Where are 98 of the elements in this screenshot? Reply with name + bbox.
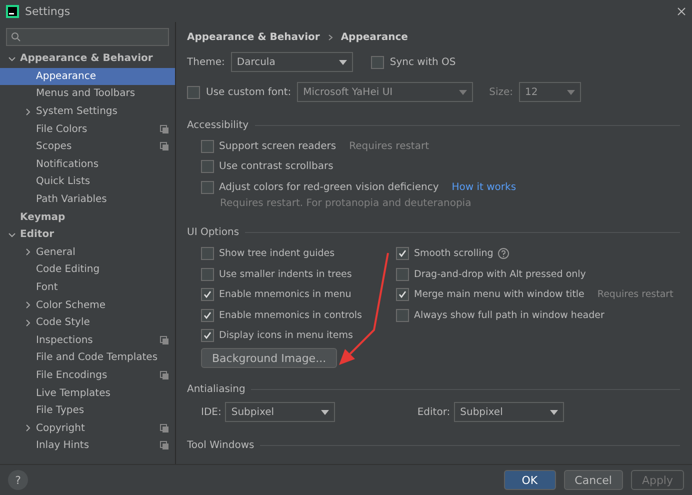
checkbox[interactable]: [201, 160, 214, 174]
checkbox[interactable]: [396, 308, 409, 322]
chevron-right-icon[interactable]: [24, 424, 32, 432]
link[interactable]: How it works: [452, 182, 516, 193]
sidebar-item[interactable]: Path Variables: [0, 190, 175, 208]
checkbox-label: Display icons in menu items: [219, 330, 353, 342]
checked-checkbox[interactable]: [396, 288, 409, 302]
help-button[interactable]: ?: [8, 470, 28, 490]
sidebar-item[interactable]: Appearance & Behavior: [0, 50, 175, 68]
sidebar-item[interactable]: File and Code Templates: [0, 349, 175, 367]
checkbox-label: Sync with OS: [390, 56, 456, 68]
sidebar-item[interactable]: System Settings: [0, 102, 175, 120]
checkbox[interactable]: [201, 140, 214, 153]
checkbox-label: Use smaller indents in trees: [219, 268, 352, 280]
ok-button[interactable]: OK: [504, 470, 556, 490]
sidebar-item[interactable]: Editor: [0, 226, 175, 244]
checkbox-label: Always show full path in window header: [414, 310, 604, 321]
hint-text: Requires restart. For protanopia and deuteranopia: [220, 198, 472, 208]
caret-icon: [567, 90, 576, 94]
sidebar-item[interactable]: Inlay Hints: [0, 437, 175, 455]
checked-checkbox[interactable]: [396, 247, 409, 260]
checkmark-icon: [398, 249, 407, 258]
sidebar-item[interactable]: File Colors: [0, 120, 175, 138]
select-label: IDE:: [201, 406, 222, 418]
checkbox-label: Smooth scrolling: [414, 248, 494, 260]
caret-icon: [321, 410, 330, 414]
sidebar-item[interactable]: File Types: [0, 402, 175, 420]
font-dropdown[interactable]: Microsoft YaHei UI: [297, 82, 474, 102]
checkbox-label: Use custom font:: [206, 86, 292, 98]
app-logo-icon: [6, 4, 19, 18]
section-title: UI Options: [187, 227, 240, 238]
sidebar-item[interactable]: Code Style: [0, 314, 175, 332]
theme-dropdown[interactable]: Darcula: [230, 52, 353, 72]
caret-icon: [338, 60, 347, 64]
help-icon[interactable]: [498, 248, 510, 260]
chevron-right-icon[interactable]: [24, 318, 32, 327]
breadcrumb-item[interactable]: Appearance: [340, 32, 408, 42]
checkmark-icon: [203, 331, 212, 340]
sidebar-item[interactable]: Appearance: [0, 68, 175, 86]
checkmark-icon: [398, 290, 407, 300]
select-label: Editor:: [417, 406, 450, 418]
sidebar-item[interactable]: Menus and Toolbars: [0, 85, 175, 103]
checkbox[interactable]: [396, 268, 409, 281]
theme-label: Theme:: [187, 56, 225, 68]
window-title: Settings: [25, 4, 72, 18]
checkbox-label: Enable mnemonics in controls: [219, 310, 362, 321]
checked-checkbox[interactable]: [201, 308, 214, 322]
sidebar-item[interactable]: Quick Lists: [0, 173, 175, 191]
checkbox-label: Support screen readers: [219, 140, 336, 152]
chevron-down-icon[interactable]: [8, 54, 16, 63]
checkbox[interactable]: [201, 180, 214, 194]
cancel-button[interactable]: Cancel: [564, 470, 623, 490]
caret-icon: [550, 410, 558, 414]
section-title: Antialiasing: [187, 384, 246, 394]
checkmark-icon: [203, 310, 212, 320]
checkbox-label: Use contrast scrollbars: [219, 161, 334, 172]
checkbox[interactable]: [201, 247, 214, 260]
search-field[interactable]: [6, 28, 169, 46]
sidebar-item[interactable]: Code Editing: [0, 261, 175, 279]
editor-dropdown[interactable]: Subpixel: [454, 402, 564, 422]
chevron-right-icon[interactable]: [24, 301, 32, 310]
search-icon: [11, 32, 21, 42]
size-label: Size:: [489, 86, 514, 98]
sidebar-item[interactable]: Live Templates: [0, 384, 175, 402]
sidebar-item[interactable]: Color Scheme: [0, 296, 175, 314]
section-title: Accessibility: [187, 120, 249, 130]
sidebar-item[interactable]: Notifications: [0, 156, 175, 174]
chevron-right-icon[interactable]: [24, 108, 32, 116]
breadcrumb-item[interactable]: Appearance & Behavior: [187, 32, 320, 42]
checkmark-icon: [203, 290, 212, 300]
sidebar-item[interactable]: File Encodings: [0, 366, 175, 384]
checked-checkbox[interactable]: [201, 288, 214, 302]
caret-icon: [459, 90, 468, 94]
background-image-button[interactable]: Background Image...: [201, 348, 338, 368]
note-text: Requires restart: [597, 289, 674, 300]
sidebar-item[interactable]: Keymap: [0, 208, 175, 226]
checkbox[interactable]: [201, 268, 214, 281]
chevron-right-icon[interactable]: [24, 248, 32, 256]
sidebar-item[interactable]: Scopes: [0, 138, 175, 156]
note-text: Requires restart: [349, 140, 430, 152]
ide-dropdown[interactable]: Subpixel: [225, 402, 336, 422]
section-title: Tool Windows: [187, 440, 254, 450]
checkbox-label: Adjust colors for red-green vision deficiency: [219, 182, 439, 193]
checkbox-label: Drag-and-drop with Alt pressed only: [414, 268, 586, 280]
size-dropdown[interactable]: 12: [519, 82, 582, 102]
checkbox-label: Show tree indent guides: [219, 248, 335, 260]
checkbox-label: Enable mnemonics in menu: [219, 289, 352, 300]
checkbox[interactable]: [370, 56, 384, 68]
checkbox[interactable]: [187, 86, 200, 98]
close-icon[interactable]: [677, 6, 686, 16]
chevron-down-icon[interactable]: [8, 230, 16, 239]
checked-checkbox[interactable]: [201, 329, 214, 342]
chevron-right-icon: [328, 34, 333, 40]
sidebar-item[interactable]: General: [0, 244, 175, 262]
sidebar-item[interactable]: Font: [0, 278, 175, 296]
sidebar-item[interactable]: Copyright: [0, 419, 175, 438]
sidebar-item[interactable]: Inspections: [0, 332, 175, 350]
checkbox-label: Merge main menu with window title: [414, 289, 584, 300]
